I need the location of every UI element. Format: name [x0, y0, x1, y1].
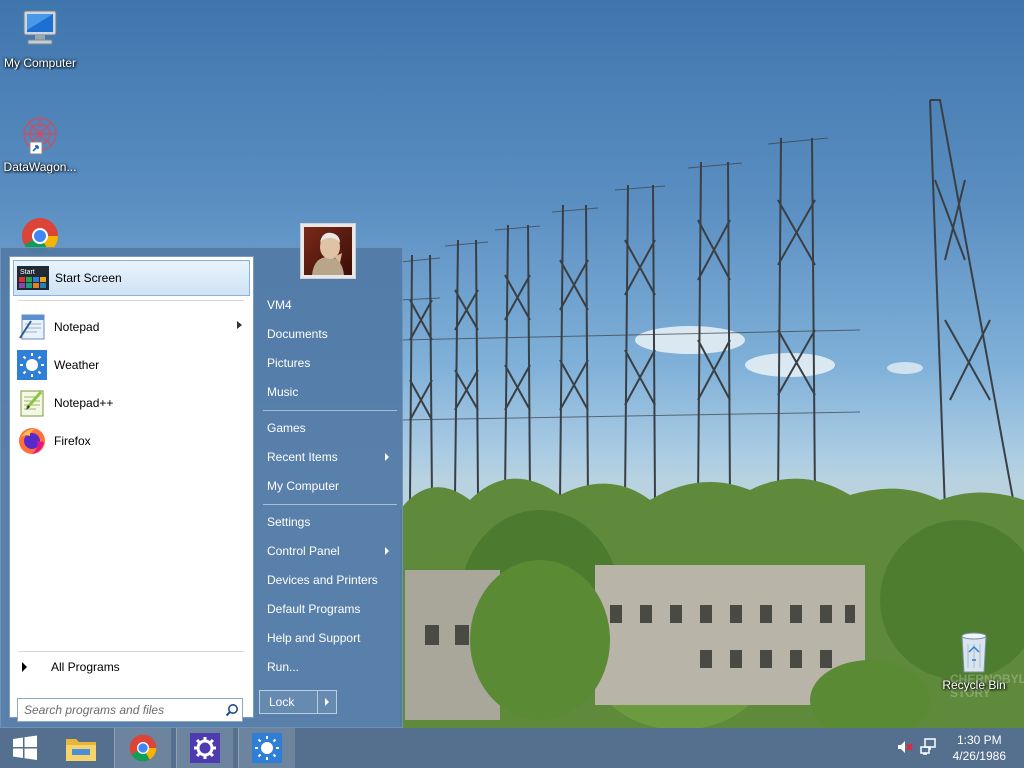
separator: [18, 300, 244, 301]
chevron-right-icon: [22, 662, 27, 672]
user-photo: [304, 227, 352, 275]
start-place-my-computer[interactable]: My Computer: [259, 473, 397, 499]
start-place-label: Recent Items: [267, 450, 338, 464]
clock-date: 4/26/1986: [952, 749, 1006, 763]
start-place-recent-items[interactable]: Recent Items: [259, 444, 397, 470]
start-item-notepadpp[interactable]: Notepad++: [13, 385, 250, 421]
search-icon[interactable]: [222, 700, 242, 720]
submenu-arrow-icon: [385, 453, 389, 461]
start-place-run[interactable]: Run...: [259, 654, 397, 680]
start-place-label: Control Panel: [267, 544, 340, 558]
user-avatar[interactable]: [300, 223, 356, 279]
taskbar-chrome[interactable]: [114, 728, 172, 768]
desktop-icon-my-computer[interactable]: My Computer: [0, 8, 80, 70]
start-menu-programs-pane: Start Start Screen Notepad Weather Notep…: [9, 256, 254, 722]
volume-muted-icon[interactable]: [896, 738, 916, 758]
start-menu: Start Start Screen Notepad Weather Notep…: [0, 247, 403, 728]
weather-icon: [16, 349, 48, 381]
all-programs-button[interactable]: All Programs: [13, 655, 250, 679]
start-button[interactable]: [0, 728, 50, 768]
computer-icon: [23, 10, 57, 45]
start-place-control-panel[interactable]: Control Panel: [259, 538, 397, 564]
clock-time: 1:30 PM: [956, 733, 1002, 747]
search-input[interactable]: Search programs and files: [17, 698, 243, 722]
taskbar-file-explorer[interactable]: [52, 728, 110, 768]
recycle-bin-icon: [961, 632, 987, 673]
datawagon-icon: [23, 117, 57, 155]
taskbar-weather[interactable]: [238, 728, 296, 768]
network-icon[interactable]: [920, 738, 940, 758]
separator: [263, 504, 397, 505]
desktop-icon-datawagon[interactable]: DataWagon...: [0, 112, 80, 174]
start-screen-icon-text: Start: [20, 269, 35, 276]
lock-button[interactable]: Lock: [259, 690, 337, 714]
start-place-games[interactable]: Games: [259, 415, 397, 441]
start-place-vm4[interactable]: VM4: [259, 292, 397, 318]
start-place-pictures[interactable]: Pictures: [259, 350, 397, 376]
start-item-label: Start Screen: [55, 271, 122, 285]
submenu-arrow-icon: [237, 321, 242, 329]
taskbar-clock[interactable]: 1:30 PM 4/26/1986: [953, 732, 1006, 764]
chrome-icon: [129, 734, 157, 762]
notepadpp-icon: [16, 387, 48, 419]
start-menu-places-pane: VM4 Documents Pictures Music Games Recen…: [259, 248, 404, 729]
desktop-icon-label: DataWagon...: [3, 160, 77, 174]
start-item-label: Weather: [54, 358, 100, 372]
search-placeholder: Search programs and files: [24, 703, 165, 717]
notepad-icon: [16, 311, 48, 343]
file-explorer-icon: [66, 739, 96, 761]
all-programs-label: All Programs: [51, 660, 120, 674]
submenu-arrow-icon: [385, 547, 389, 555]
taskbar: 1:30 PM 4/26/1986: [0, 728, 1024, 768]
separator: [18, 651, 244, 652]
start-screen-icon: Start: [17, 262, 49, 294]
desktop-icon-recycle-bin[interactable]: Recycle Bin: [934, 630, 1014, 692]
start-item-firefox[interactable]: Firefox: [13, 423, 250, 459]
desktop-icon-label: Recycle Bin: [942, 678, 1006, 692]
firefox-icon: [16, 425, 48, 457]
start-item-label: Firefox: [54, 434, 91, 448]
separator: [317, 691, 318, 713]
start-item-start-screen[interactable]: Start Start Screen: [13, 260, 250, 296]
windows-logo-icon: [13, 735, 37, 760]
start-place-help-and-support[interactable]: Help and Support: [259, 625, 397, 651]
start-place-devices-and-printers[interactable]: Devices and Printers: [259, 567, 397, 593]
system-tray: [896, 728, 940, 768]
separator: [263, 410, 397, 411]
desktop-icon-label: My Computer: [3, 56, 77, 70]
start-item-weather[interactable]: Weather: [13, 347, 250, 383]
start-item-label: Notepad: [54, 320, 100, 334]
start-item-label: Notepad++: [54, 396, 114, 410]
start-place-documents[interactable]: Documents: [259, 321, 397, 347]
lock-label: Lock: [269, 695, 295, 709]
start-place-settings[interactable]: Settings: [259, 509, 397, 535]
power-options-arrow-icon[interactable]: [325, 698, 329, 706]
start-place-default-programs[interactable]: Default Programs: [259, 596, 397, 622]
start-item-notepad[interactable]: Notepad: [13, 309, 250, 345]
weather-icon: [252, 733, 282, 763]
start-place-music[interactable]: Music: [259, 379, 397, 405]
taskbar-settings[interactable]: [176, 728, 234, 768]
settings-icon: [190, 733, 220, 763]
